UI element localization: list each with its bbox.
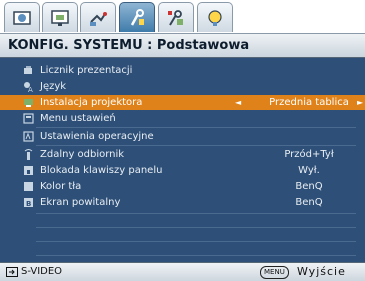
tab-display[interactable] [42, 2, 78, 32]
tab-connection[interactable] [80, 2, 116, 32]
system-setup-icon [130, 8, 144, 26]
menu-item-label: Zdalny odbiornik [40, 149, 125, 160]
menu-item-projector-installation[interactable]: Instalacja projektora ◄ Przednia tablica… [0, 95, 365, 110]
menu-item-value: BenQ [295, 181, 323, 192]
svg-text:B: B [26, 200, 31, 208]
projector-install-icon [24, 99, 33, 107]
menu-item-label: Kolor tła [40, 181, 82, 192]
menu-panel: Licznik prezentacji A Język Instalacja p… [0, 58, 365, 262]
status-bar: S-VIDEO MENU Wyjście [0, 262, 365, 281]
menu-settings-icon [23, 113, 34, 124]
menu-item-label: Ustawienia operacyjne [40, 131, 154, 142]
remote-receiver-icon [24, 149, 33, 160]
tab-strip [0, 0, 365, 33]
timer-icon [24, 66, 32, 74]
page-title: KONFIG. SYSTEMU : Podstawowa [0, 33, 365, 58]
menu-item-label: Instalacja projektora [40, 97, 143, 108]
menu-item-background-color[interactable]: Kolor tła BenQ [0, 179, 365, 194]
splash-screen-icon: B [24, 198, 33, 208]
exit-label[interactable]: Wyjście [297, 263, 346, 281]
menu-item-language[interactable]: A Język [0, 79, 365, 94]
menu-item-value: Przód+Tył [284, 149, 334, 160]
connection-icon [90, 11, 107, 26]
tab-picture[interactable] [4, 2, 40, 32]
menu-item-label: Licznik prezentacji [40, 65, 133, 76]
menu-divider [36, 255, 356, 256]
menu-item-label: Blokada klawiszy panelu [40, 165, 163, 176]
input-source-icon [6, 267, 18, 277]
menu-item-label: Ekran powitalny [40, 197, 121, 208]
input-source-label: S-VIDEO [21, 266, 63, 277]
language-icon: A [24, 82, 33, 92]
information-icon [208, 9, 222, 26]
menu-item-value: BenQ [295, 197, 323, 208]
advanced-setup-icon [168, 9, 183, 26]
operation-settings-icon [23, 131, 34, 142]
arrow-left-icon[interactable]: ◄ [235, 95, 241, 110]
menu-divider [36, 127, 356, 128]
menu-item-operation-settings[interactable]: Ustawienia operacyjne [0, 129, 365, 144]
menu-key-badge[interactable]: MENU [260, 266, 289, 279]
menu-item-value: Wył. [298, 165, 320, 176]
tab-information[interactable] [197, 2, 233, 32]
tab-advanced-setup[interactable] [158, 2, 194, 32]
menu-item-splash-screen[interactable]: B Ekran powitalny BenQ [0, 195, 365, 210]
menu-item-value: Przednia tablica [269, 97, 349, 108]
menu-item-remote-receiver[interactable]: Zdalny odbiornik Przód+Tył [0, 147, 365, 162]
menu-divider [36, 213, 356, 214]
menu-item-presentation-timer[interactable]: Licznik prezentacji [0, 63, 365, 78]
menu-item-panel-key-lock[interactable]: Blokada klawiszy panelu Wył. [0, 163, 365, 178]
display-icon [51, 9, 69, 26]
menu-divider [36, 145, 356, 146]
background-color-icon [24, 182, 33, 191]
svg-text:A: A [28, 86, 33, 92]
panel-lock-icon [24, 166, 33, 175]
menu-divider [36, 241, 356, 242]
menu-item-label: Menu ustawień [40, 113, 116, 124]
menu-divider [36, 227, 356, 228]
picture-icon [13, 10, 31, 25]
tab-system-setup[interactable] [119, 2, 155, 32]
menu-item-menu-settings[interactable]: Menu ustawień [0, 111, 365, 126]
arrow-right-icon[interactable]: ► [357, 95, 363, 110]
menu-item-label: Język [40, 81, 67, 92]
